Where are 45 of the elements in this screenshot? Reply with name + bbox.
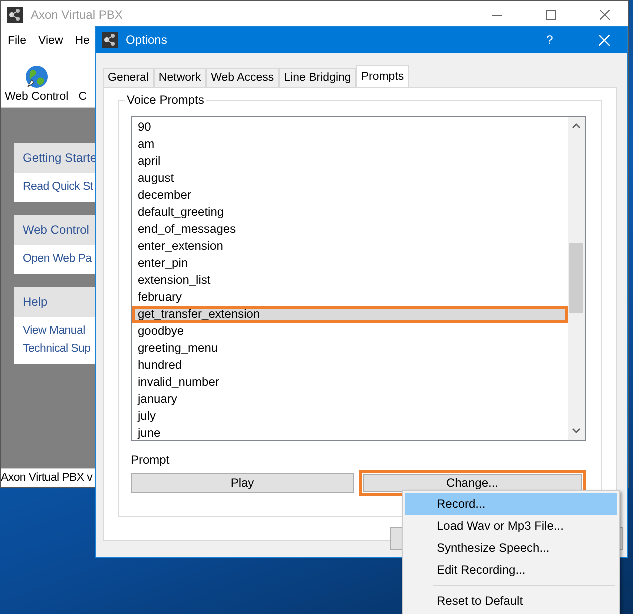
scroll-down-icon[interactable]: [572, 428, 581, 434]
window-title: Axon Virtual PBX: [31, 8, 123, 22]
tab[interactable]: Web Access: [206, 68, 280, 87]
minimize-icon[interactable]: [492, 14, 502, 16]
tab[interactable]: Line Bridging: [279, 68, 356, 87]
menu-item[interactable]: Reset to Default: [405, 590, 617, 612]
toolbar-button[interactable]: Web Control: [5, 65, 69, 103]
tab[interactable]: Network: [154, 68, 206, 87]
list-item[interactable]: august: [132, 170, 568, 187]
list-item[interactable]: goodbye: [132, 323, 568, 340]
list-item[interactable]: january: [132, 391, 568, 408]
prompt-button[interactable]: Play: [131, 473, 354, 493]
list-item[interactable]: june: [132, 425, 568, 442]
list-item[interactable]: 90: [132, 119, 568, 136]
toolbar-button[interactable]: C: [78, 91, 88, 103]
dialog-title: Options: [126, 33, 168, 47]
app-icon: [7, 7, 23, 23]
tab[interactable]: Prompts: [356, 65, 410, 87]
menu-item[interactable]: View: [38, 35, 64, 47]
menu-item[interactable]: Record...: [405, 493, 617, 515]
scrollbar[interactable]: [568, 117, 585, 440]
list-item[interactable]: greeting_menu: [132, 340, 568, 357]
dialog-icon: [102, 32, 118, 48]
tab[interactable]: General: [103, 68, 154, 87]
list-item[interactable]: enter_pin: [132, 255, 568, 272]
list-item[interactable]: hundred: [132, 357, 568, 374]
menu-item[interactable]: Edit Recording...: [405, 559, 617, 581]
list-item[interactable]: december: [132, 187, 568, 204]
prompt-list[interactable]: 90 am april august december default_greeting end_of_messages enter_extension enter_pin extension_list february get_transfer_extension goodbye greeting_menu hundred invalid_number january july june: [131, 116, 586, 441]
list-item[interactable]: invalid_number: [132, 374, 568, 391]
menu-item[interactable]: He: [75, 35, 90, 47]
maximize-icon[interactable]: [546, 10, 556, 20]
scroll-up-icon[interactable]: [572, 123, 581, 129]
menu-item[interactable]: Load Wav or Mp3 File...: [405, 515, 617, 537]
list-item[interactable]: get_transfer_extension: [132, 306, 568, 323]
help-button[interactable]: ?: [527, 33, 573, 47]
list-item[interactable]: july: [132, 408, 568, 425]
scroll-thumb[interactable]: [569, 243, 583, 313]
close-icon[interactable]: [600, 10, 610, 20]
menu-item[interactable]: File: [8, 35, 27, 47]
list-item[interactable]: extension_list: [132, 272, 568, 289]
globe-icon: [24, 65, 49, 89]
menu-item[interactable]: Synthesize Speech...: [405, 537, 617, 559]
prompt-label: Prompt: [131, 453, 171, 467]
group-title: Voice Prompts: [125, 93, 206, 107]
